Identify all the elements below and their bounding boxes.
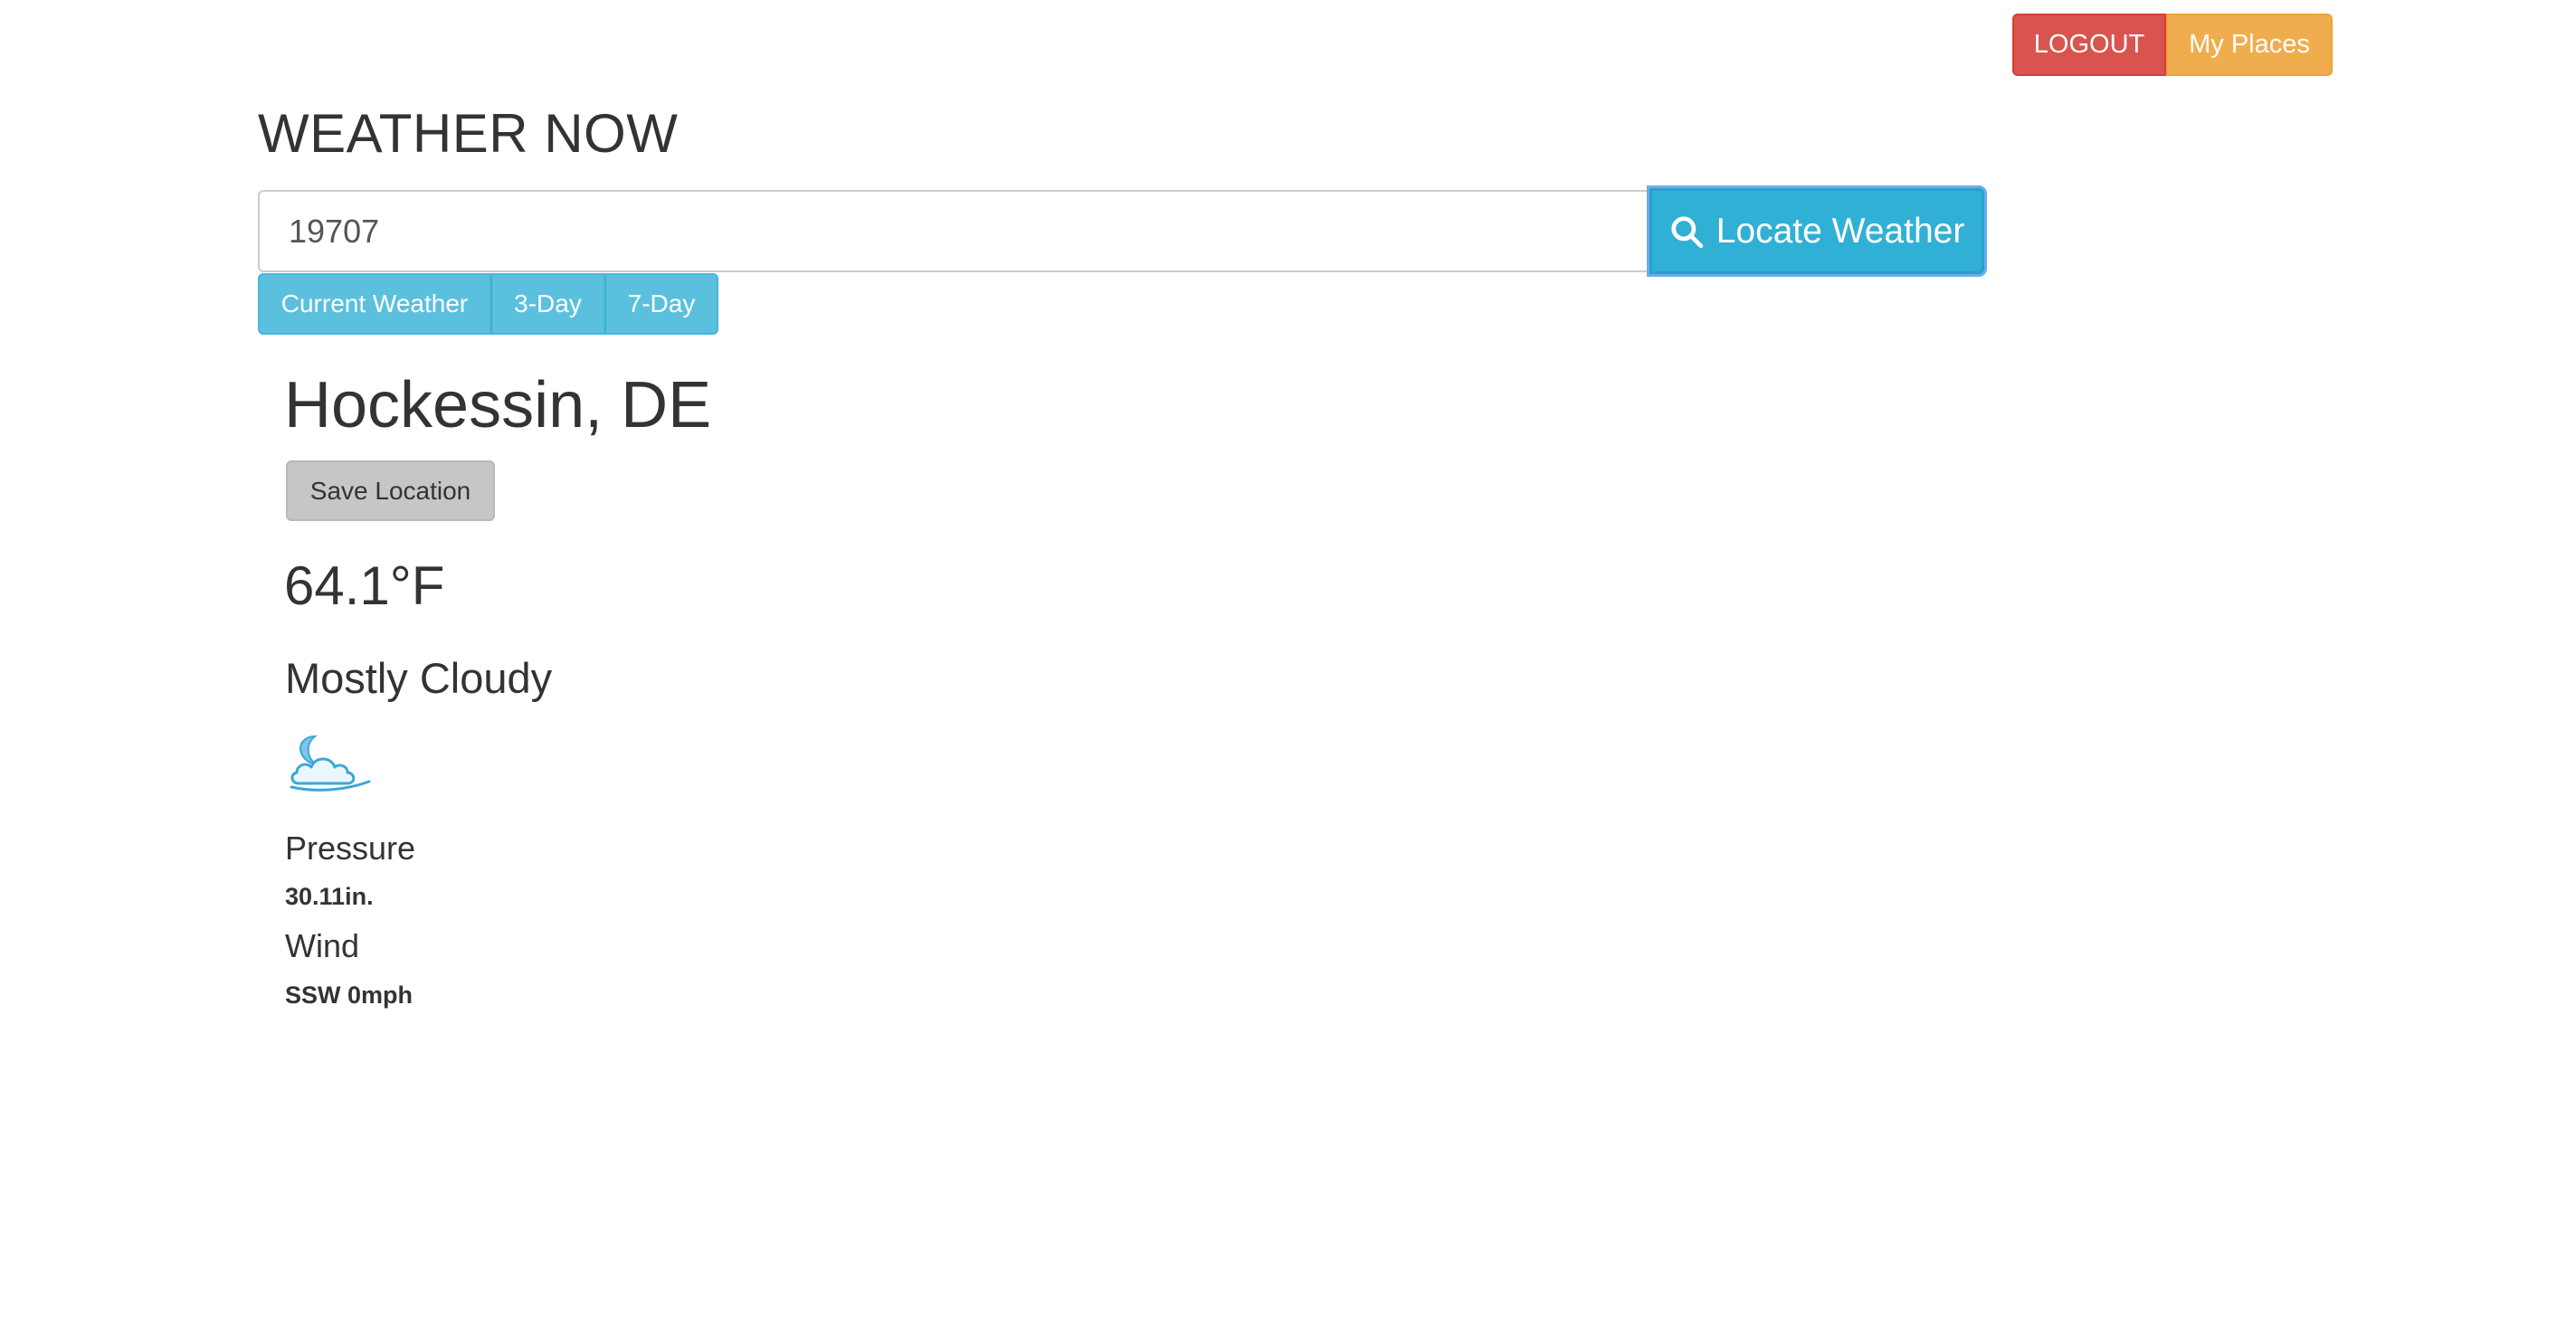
- search-icon: [1671, 215, 1703, 248]
- weather-condition: Mostly Cloudy: [285, 654, 553, 702]
- app-title: WEATHER NOW: [258, 103, 679, 164]
- location-search-input[interactable]: [258, 190, 1649, 272]
- locate-weather-button[interactable]: Locate Weather: [1649, 188, 1984, 274]
- locate-weather-label: Locate Weather: [1716, 211, 1965, 251]
- save-location-button[interactable]: Save Location: [286, 460, 495, 521]
- my-places-button[interactable]: My Places: [2166, 14, 2333, 76]
- tab-3-day[interactable]: 3-Day: [491, 273, 605, 335]
- tab-7-day[interactable]: 7-Day: [605, 273, 718, 335]
- wind-value: SSW 0mph: [285, 981, 413, 1009]
- tab-current-weather[interactable]: Current Weather: [258, 273, 491, 335]
- top-nav: LOGOUT My Places: [2012, 14, 2333, 76]
- forecast-tabs: Current Weather 3-Day 7-Day: [258, 273, 718, 335]
- location-title: Hockessin, DE: [284, 369, 712, 441]
- partly-cloudy-night-icon: [290, 735, 371, 792]
- pressure-value: 30.11in.: [285, 883, 374, 910]
- temperature: 64.1°F: [284, 555, 445, 616]
- pressure-label: Pressure: [285, 830, 416, 867]
- logout-button[interactable]: LOGOUT: [2012, 14, 2166, 76]
- wind-label: Wind: [285, 927, 360, 964]
